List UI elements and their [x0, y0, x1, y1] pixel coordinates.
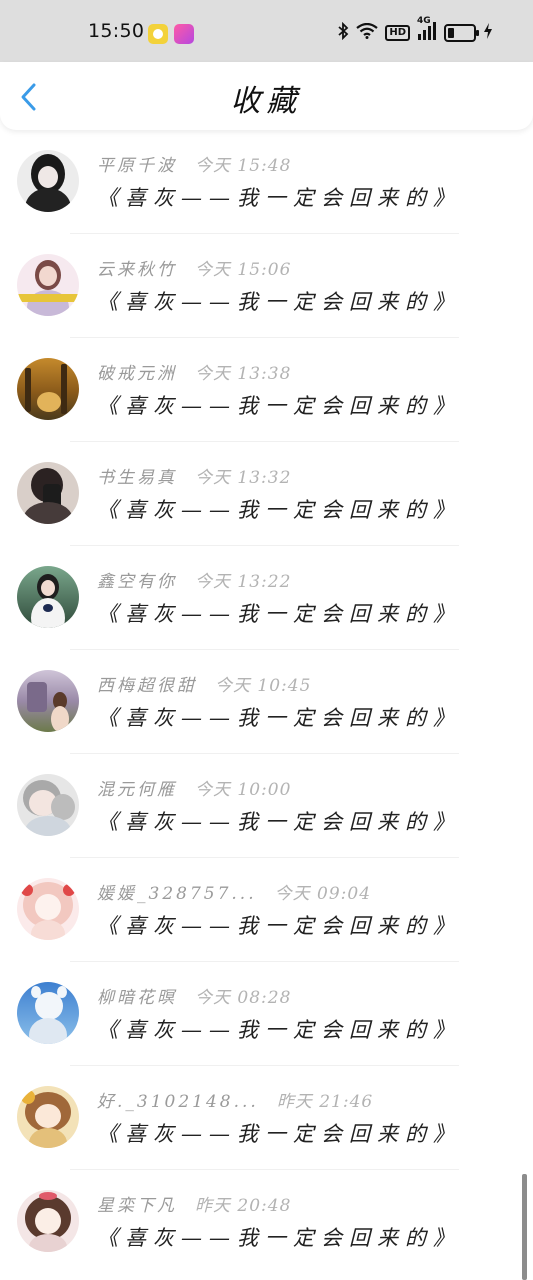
avatar[interactable] — [17, 670, 79, 732]
list-item[interactable]: 星栾下凡 昨天 20:48 《喜灰——我一定会回来的》 — [0, 1170, 533, 1274]
hd-icon: HD — [385, 25, 410, 41]
list-item[interactable]: 书生易真 今天 13:32 《喜灰——我一定会回来的》 — [0, 442, 533, 546]
work-title[interactable]: 《喜灰——我一定会回来的》 — [97, 286, 461, 316]
item-meta: 云来秋竹 今天 15:06 — [97, 255, 291, 280]
item-meta: 平原千波 今天 15:48 — [97, 151, 291, 176]
battery-icon — [444, 24, 479, 42]
list-item[interactable]: 破戒元洲 今天 13:38 《喜灰——我一定会回来的》 — [0, 338, 533, 442]
charging-icon — [483, 23, 493, 43]
list-item[interactable]: 西梅超很甜 今天 10:45 《喜灰——我一定会回来的》 — [0, 650, 533, 754]
timestamp: 昨天 20:48 — [195, 1196, 292, 1216]
list-item[interactable]: 混元何雁 今天 10:00 《喜灰——我一定会回来的》 — [0, 754, 533, 858]
avatar[interactable] — [17, 150, 79, 212]
avatar[interactable] — [17, 462, 79, 524]
item-meta: 书生易真 今天 13:32 — [97, 463, 291, 488]
avatar[interactable] — [17, 1086, 79, 1148]
bluetooth-icon — [337, 21, 349, 44]
work-title[interactable]: 《喜灰——我一定会回来的》 — [97, 598, 461, 628]
timestamp: 今天 13:22 — [195, 572, 292, 592]
username[interactable]: 书生易真 — [97, 468, 177, 488]
page-header: 收藏 — [0, 62, 533, 130]
username[interactable]: 破戒元洲 — [97, 364, 177, 384]
network-type-label: 4G — [417, 16, 431, 26]
username[interactable]: 好._3102148... — [97, 1092, 259, 1112]
scrollbar[interactable] — [522, 1174, 527, 1280]
timestamp: 今天 08:28 — [195, 988, 292, 1008]
avatar[interactable] — [17, 1190, 79, 1252]
username[interactable]: 柳暗花暝 — [97, 988, 177, 1008]
timestamp: 今天 13:38 — [195, 364, 292, 384]
item-meta: 混元何雁 今天 10:00 — [97, 775, 291, 800]
username[interactable]: 西梅超很甜 — [97, 676, 197, 696]
timestamp: 今天 15:48 — [195, 156, 292, 176]
item-meta: 柳暗花暝 今天 08:28 — [97, 983, 291, 1008]
list-item[interactable]: 柳暗花暝 今天 08:28 《喜灰——我一定会回来的》 — [0, 962, 533, 1066]
work-title[interactable]: 《喜灰——我一定会回来的》 — [97, 702, 461, 732]
avatar[interactable] — [17, 566, 79, 628]
work-title[interactable]: 《喜灰——我一定会回来的》 — [97, 806, 461, 836]
work-title[interactable]: 《喜灰——我一定会回来的》 — [97, 910, 461, 940]
avatar[interactable] — [17, 774, 79, 836]
list-item[interactable]: 媛媛_328757... 今天 09:04 《喜灰——我一定会回来的》 — [0, 858, 533, 962]
list-item[interactable]: 平原千波 今天 15:48 《喜灰——我一定会回来的》 — [0, 130, 533, 234]
work-title[interactable]: 《喜灰——我一定会回来的》 — [97, 1222, 461, 1252]
timestamp: 今天 13:32 — [195, 468, 292, 488]
avatar[interactable] — [17, 878, 79, 940]
avatar[interactable] — [17, 254, 79, 316]
status-time: 15:50 — [88, 20, 145, 42]
item-meta: 鑫空有你 今天 13:22 — [97, 567, 291, 592]
username[interactable]: 鑫空有你 — [97, 572, 177, 592]
timestamp: 今天 09:04 — [274, 884, 372, 904]
work-title[interactable]: 《喜灰——我一定会回来的》 — [97, 182, 461, 212]
work-title[interactable]: 《喜灰——我一定会回来的》 — [97, 494, 461, 524]
item-meta: 破戒元洲 今天 13:38 — [97, 359, 291, 384]
avatar[interactable] — [17, 982, 79, 1044]
username[interactable]: 星栾下凡 — [97, 1196, 177, 1216]
avatar[interactable] — [17, 358, 79, 420]
timestamp: 昨天 21:46 — [276, 1092, 374, 1112]
item-meta: 媛媛_328757... 今天 09:04 — [97, 879, 371, 904]
work-title[interactable]: 《喜灰——我一定会回来的》 — [97, 390, 461, 420]
username[interactable]: 媛媛_328757... — [97, 884, 257, 904]
work-title[interactable]: 《喜灰——我一定会回来的》 — [97, 1014, 461, 1044]
list-item[interactable]: 云来秋竹 今天 15:06 《喜灰——我一定会回来的》 — [0, 234, 533, 338]
status-bar: 15:50 HD 4G — [0, 0, 533, 62]
status-icons: HD 4G — [337, 17, 493, 44]
username[interactable]: 混元何雁 — [97, 780, 177, 800]
notification-app-icon — [148, 24, 168, 44]
timestamp: 今天 15:06 — [195, 260, 292, 280]
username[interactable]: 平原千波 — [97, 156, 177, 176]
notification-app-icon — [174, 24, 194, 44]
cellular-signal-icon: 4G — [417, 17, 437, 44]
work-title[interactable]: 《喜灰——我一定会回来的》 — [97, 1118, 461, 1148]
timestamp: 今天 10:45 — [215, 676, 312, 696]
favorites-list: 平原千波 今天 15:48 《喜灰——我一定会回来的》 云来秋竹 今天 15:06 … — [0, 130, 533, 1280]
page-title: 收藏 — [230, 84, 303, 119]
list-item[interactable]: 好._3102148... 昨天 21:46 《喜灰——我一定会回来的》 — [0, 1066, 533, 1170]
list-item[interactable]: 鑫空有你 今天 13:22 《喜灰——我一定会回来的》 — [0, 546, 533, 650]
username[interactable]: 云来秋竹 — [97, 260, 177, 280]
item-meta: 西梅超很甜 今天 10:45 — [97, 671, 311, 696]
wifi-icon — [356, 22, 379, 43]
item-meta: 好._3102148... 昨天 21:46 — [97, 1087, 373, 1112]
timestamp: 今天 10:00 — [195, 780, 292, 800]
item-meta: 星栾下凡 昨天 20:48 — [97, 1191, 291, 1216]
